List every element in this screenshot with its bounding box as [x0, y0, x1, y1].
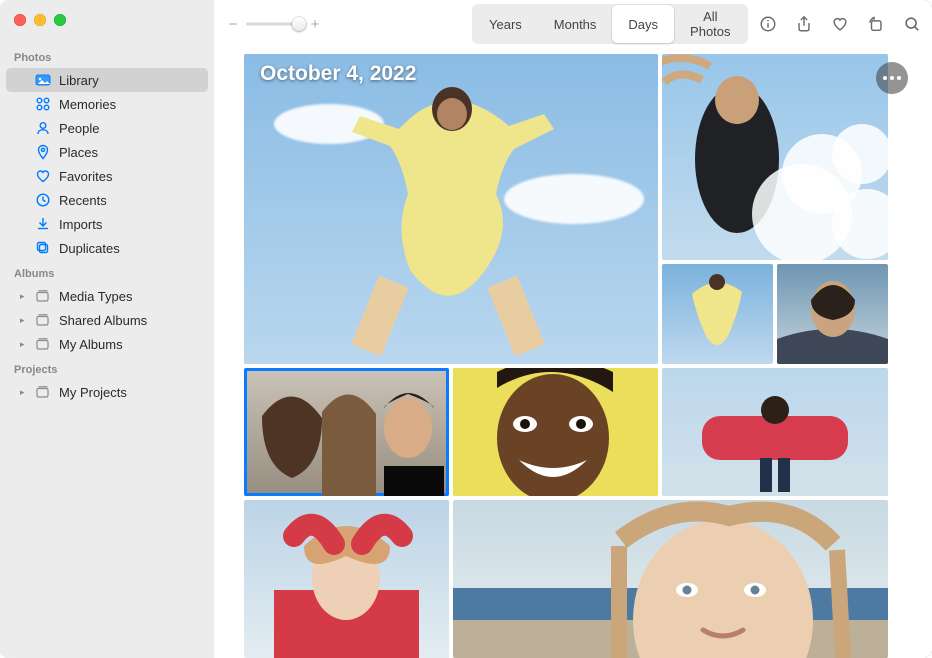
- sidebar-item-label: Imports: [59, 217, 102, 232]
- album-icon: [35, 336, 51, 352]
- more-actions-button[interactable]: [876, 62, 908, 94]
- sidebar-item-label: Memories: [59, 97, 116, 112]
- sidebar-item-my-albums[interactable]: ▸ My Albums: [6, 332, 208, 356]
- rotate-icon[interactable]: [866, 14, 886, 34]
- sidebar-item-recents[interactable]: Recents: [6, 188, 208, 212]
- recents-icon: [35, 192, 51, 208]
- segment-days[interactable]: Days: [612, 5, 674, 43]
- sidebar-item-people[interactable]: People: [6, 116, 208, 140]
- sidebar-item-media-types[interactable]: ▸ Media Types: [6, 284, 208, 308]
- people-icon: [35, 120, 51, 136]
- photo-thumb[interactable]: [662, 264, 773, 364]
- chevron-right-icon[interactable]: ▸: [20, 339, 29, 350]
- favorite-icon[interactable]: [830, 14, 850, 34]
- imports-icon: [35, 216, 51, 232]
- sidebar-section-photos: Photos: [0, 44, 214, 68]
- photo-thumb[interactable]: [244, 54, 658, 364]
- minimize-window-button[interactable]: [34, 14, 46, 26]
- info-icon[interactable]: [758, 14, 778, 34]
- sidebar-item-label: Duplicates: [59, 241, 120, 256]
- photo-thumb[interactable]: [662, 368, 888, 496]
- main-pane: − + Years Months Days All Photos: [214, 0, 932, 658]
- sidebar-item-favorites[interactable]: Favorites: [6, 164, 208, 188]
- photo-thumb-selected[interactable]: [244, 368, 449, 496]
- window-controls: [0, 8, 214, 44]
- share-icon[interactable]: [794, 14, 814, 34]
- album-icon: [35, 384, 51, 400]
- sidebar-item-library[interactable]: Library: [6, 68, 208, 92]
- sidebar-item-label: Media Types: [59, 289, 132, 304]
- sidebar-item-label: Shared Albums: [59, 313, 147, 328]
- zoom-control: − +: [226, 16, 322, 33]
- photo-grid: [244, 54, 888, 658]
- photo-thumb[interactable]: [244, 500, 449, 658]
- toolbar-actions: [758, 14, 926, 34]
- chevron-right-icon[interactable]: ▸: [20, 315, 29, 326]
- segment-months[interactable]: Months: [538, 5, 613, 43]
- sidebar-item-label: Favorites: [59, 169, 112, 184]
- sidebar-item-label: Library: [59, 73, 99, 88]
- zoom-slider[interactable]: [246, 17, 302, 31]
- photo-grid-container: October 4, 2022: [214, 48, 932, 658]
- toolbar: − + Years Months Days All Photos: [214, 0, 932, 48]
- chevron-right-icon[interactable]: ▸: [20, 387, 29, 398]
- photo-thumb[interactable]: [453, 500, 888, 658]
- library-icon: [35, 72, 51, 88]
- album-icon: [35, 288, 51, 304]
- sidebar-section-albums: Albums: [0, 260, 214, 284]
- sidebar-section-projects: Projects: [0, 356, 214, 380]
- album-icon: [35, 312, 51, 328]
- sidebar-item-imports[interactable]: Imports: [6, 212, 208, 236]
- zoom-out-button[interactable]: −: [226, 16, 240, 33]
- sidebar-item-my-projects[interactable]: ▸ My Projects: [6, 380, 208, 404]
- sidebar-item-shared-albums[interactable]: ▸ Shared Albums: [6, 308, 208, 332]
- view-segmented-control: Years Months Days All Photos: [472, 4, 748, 44]
- sidebar-item-label: My Projects: [59, 385, 127, 400]
- zoom-in-button[interactable]: +: [308, 16, 322, 33]
- chevron-right-icon[interactable]: ▸: [20, 291, 29, 302]
- photo-thumb[interactable]: [453, 368, 658, 496]
- zoom-window-button[interactable]: [54, 14, 66, 26]
- day-heading: October 4, 2022: [260, 62, 416, 86]
- sidebar-item-label: My Albums: [59, 337, 123, 352]
- sidebar-item-memories[interactable]: Memories: [6, 92, 208, 116]
- memories-icon: [35, 96, 51, 112]
- photo-thumb[interactable]: [777, 264, 888, 364]
- sidebar-item-duplicates[interactable]: Duplicates: [6, 236, 208, 260]
- segment-all-photos[interactable]: All Photos: [674, 5, 746, 43]
- sidebar-item-places[interactable]: Places: [6, 140, 208, 164]
- duplicates-icon: [35, 240, 51, 256]
- sidebar-item-label: People: [59, 121, 99, 136]
- sidebar-item-label: Recents: [59, 193, 107, 208]
- places-icon: [35, 144, 51, 160]
- favorites-icon: [35, 168, 51, 184]
- search-icon[interactable]: [902, 14, 922, 34]
- photo-thumb[interactable]: [662, 54, 888, 260]
- sidebar: Photos Library Memories People: [0, 0, 214, 658]
- sidebar-item-label: Places: [59, 145, 98, 160]
- close-window-button[interactable]: [14, 14, 26, 26]
- segment-years[interactable]: Years: [473, 5, 538, 43]
- photos-app-window: Photos Library Memories People: [0, 0, 932, 658]
